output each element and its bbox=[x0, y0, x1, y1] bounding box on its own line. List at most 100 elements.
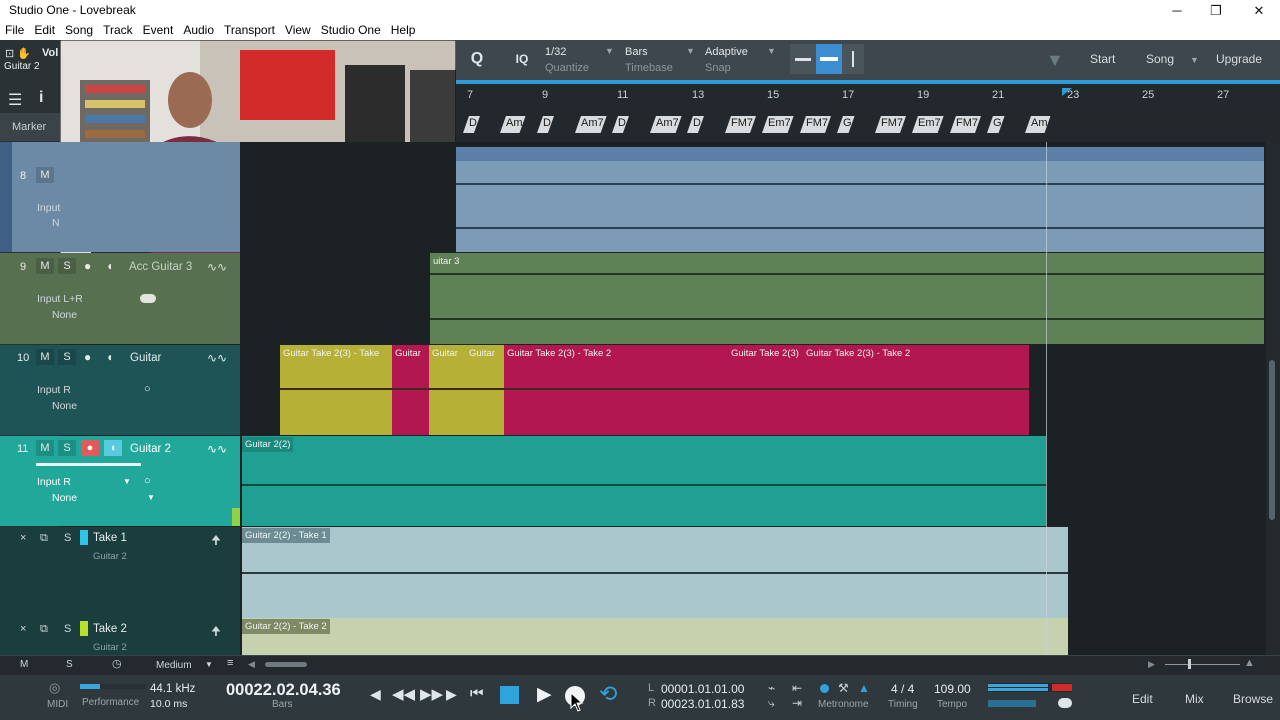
audio-event[interactable]: Guitar 2(2) - Take 2 bbox=[242, 618, 1068, 655]
input-select[interactable]: Input bbox=[37, 202, 60, 214]
input-select[interactable]: Input R bbox=[37, 476, 71, 488]
autopunch-icon[interactable]: ⇤ bbox=[792, 681, 802, 695]
browse-button[interactable]: Browse bbox=[1233, 692, 1273, 706]
loop-icon[interactable]: ⟲ bbox=[599, 681, 617, 707]
monitor-icon[interactable]: ◖ bbox=[106, 259, 113, 273]
record-arm-icon[interactable]: ● bbox=[84, 350, 91, 364]
horizontal-scroll-thumb[interactable] bbox=[265, 662, 307, 667]
precount-icon[interactable]: ▲ bbox=[858, 681, 870, 695]
record-arm-icon[interactable]: ● bbox=[84, 259, 91, 273]
close-icon[interactable]: × bbox=[20, 623, 26, 635]
input-mode-icon[interactable]: ○ bbox=[144, 475, 151, 487]
input-select[interactable]: Input L+R bbox=[37, 293, 83, 305]
chevron-down-icon[interactable]: ▼ bbox=[205, 660, 213, 669]
track-name[interactable]: Guitar 2 bbox=[130, 443, 171, 455]
waveform-icon[interactable]: ∿∿ bbox=[207, 442, 227, 456]
stop-button[interactable] bbox=[500, 686, 519, 704]
track-height-select[interactable]: Medium bbox=[156, 660, 192, 671]
audio-event[interactable]: Guitar bbox=[466, 345, 504, 435]
chevron-down-icon[interactable]: ▼ bbox=[123, 477, 131, 486]
loop-start[interactable]: 00001.01.01.00 bbox=[661, 682, 744, 696]
waveform-icon[interactable]: ∿∿ bbox=[207, 260, 227, 274]
mute-button[interactable]: M bbox=[36, 440, 54, 456]
solo-button[interactable]: S bbox=[64, 532, 71, 544]
chevron-down-icon[interactable]: ▼ bbox=[767, 46, 776, 56]
mix-view-button[interactable]: Mix bbox=[1185, 692, 1204, 706]
timeline-ruler[interactable] bbox=[456, 80, 1280, 110]
master-volume[interactable] bbox=[988, 700, 1036, 707]
maximize-button[interactable]: ❐ bbox=[1193, 0, 1239, 21]
rewind-to-start-icon[interactable]: ◀ bbox=[370, 686, 381, 703]
list-icon[interactable]: ≡ bbox=[227, 657, 233, 669]
output-select[interactable]: None bbox=[52, 309, 77, 321]
audio-event[interactable]: Guitar bbox=[429, 345, 466, 435]
inspector-icon[interactable]: ⊡ ✋ bbox=[5, 47, 31, 60]
snap-off-icon[interactable] bbox=[790, 44, 816, 74]
audio-event[interactable]: Guitar bbox=[392, 345, 429, 435]
menu-lines-icon[interactable]: ☰ bbox=[8, 90, 22, 110]
play-button[interactable]: ▶ bbox=[537, 683, 552, 706]
global-solo-button[interactable]: S bbox=[66, 659, 73, 670]
record-mode-icon[interactable]: ⇥ bbox=[792, 696, 802, 710]
menu-studio-one[interactable]: Studio One bbox=[316, 21, 386, 40]
chevron-down-icon[interactable]: ▼ bbox=[1190, 55, 1199, 65]
info-icon[interactable]: i bbox=[39, 89, 43, 107]
output-select[interactable]: None bbox=[52, 492, 77, 504]
input-select[interactable]: Input R bbox=[37, 384, 71, 396]
monitor-icon[interactable]: ◖ bbox=[104, 440, 122, 456]
solo-button[interactable]: S bbox=[58, 258, 76, 274]
loop-end[interactable]: 00023.01.01.83 bbox=[661, 697, 744, 711]
solo-button[interactable]: S bbox=[58, 349, 76, 365]
upgrade-button[interactable]: Upgrade bbox=[1216, 52, 1262, 66]
audio-event[interactable]: Guitar Take 2(3) - Take bbox=[280, 345, 392, 435]
audio-event[interactable]: Guitar 2(2) - Take 1 bbox=[242, 527, 1068, 618]
clock-icon[interactable]: ◷ bbox=[112, 657, 122, 670]
punch-icon[interactable]: ⌁ bbox=[768, 681, 775, 695]
stereo-toggle[interactable] bbox=[140, 294, 156, 303]
mute-button[interactable]: M bbox=[36, 258, 54, 274]
performance-label[interactable]: Performance bbox=[82, 697, 139, 708]
output-select[interactable]: N bbox=[52, 217, 60, 229]
zoom-slider[interactable] bbox=[1165, 664, 1240, 665]
chevron-down-icon[interactable]: ▼ bbox=[605, 46, 614, 56]
edit-view-button[interactable]: Edit bbox=[1132, 692, 1153, 706]
mute-button[interactable]: M bbox=[36, 167, 54, 183]
fast-forward-icon[interactable]: ▶▶ bbox=[420, 685, 443, 703]
track-name[interactable]: Guitar bbox=[130, 352, 161, 364]
track-header-8[interactable] bbox=[0, 142, 240, 252]
output-select[interactable]: None bbox=[52, 400, 77, 412]
preroll-icon[interactable]: ⤷ bbox=[768, 696, 775, 711]
copy-icon[interactable]: ⧉ bbox=[40, 532, 48, 545]
global-mute-button[interactable]: M bbox=[20, 659, 28, 670]
menu-transport[interactable]: Transport bbox=[219, 21, 280, 40]
menu-file[interactable]: File bbox=[0, 21, 29, 40]
snap-grid-icon[interactable] bbox=[816, 44, 842, 74]
audio-event[interactable]: Guitar Take 2(3) - Take 2 bbox=[504, 345, 728, 435]
input-mode-icon[interactable]: ○ bbox=[144, 383, 151, 395]
audio-event[interactable]: Guitar Take 2(3) bbox=[728, 345, 803, 435]
copy-icon[interactable]: ⧉ bbox=[40, 623, 48, 636]
chevron-down-icon[interactable]: ▼ bbox=[147, 493, 155, 502]
snap-events-icon[interactable] bbox=[842, 44, 864, 74]
scroll-left-icon[interactable]: ◀ bbox=[248, 659, 255, 670]
timebase-value[interactable]: Bars bbox=[625, 46, 648, 58]
download-arrow-icon[interactable]: ▼ bbox=[1046, 50, 1064, 71]
iq-button[interactable]: IQ bbox=[511, 52, 533, 72]
start-button[interactable]: Start bbox=[1090, 52, 1115, 66]
mute-button[interactable]: M bbox=[36, 349, 54, 365]
forward-icon[interactable]: ▶ bbox=[446, 686, 457, 703]
wrench-icon[interactable]: ⚒ bbox=[838, 681, 849, 695]
waveform-icon[interactable]: ∿∿ bbox=[207, 351, 227, 365]
take-name[interactable]: Take 1 bbox=[93, 532, 127, 544]
audio-event[interactable]: Guitar 2(2) bbox=[242, 436, 1046, 526]
menu-audio[interactable]: Audio bbox=[178, 21, 219, 40]
audio-event[interactable]: uitar 3 bbox=[430, 253, 1264, 344]
audio-event[interactable]: Guitar Take 2(3) - Take 2 bbox=[803, 345, 1029, 435]
return-to-zero-icon[interactable]: ⏮ bbox=[470, 685, 484, 702]
volume-fader[interactable] bbox=[36, 463, 141, 466]
solo-button[interactable]: S bbox=[64, 623, 71, 635]
zoom-in-icon[interactable]: ▲ bbox=[1244, 657, 1255, 669]
position-display[interactable]: 00022.02.04.36 bbox=[226, 681, 341, 700]
chevron-down-icon[interactable]: ▼ bbox=[686, 46, 695, 56]
close-icon[interactable]: × bbox=[20, 532, 26, 544]
